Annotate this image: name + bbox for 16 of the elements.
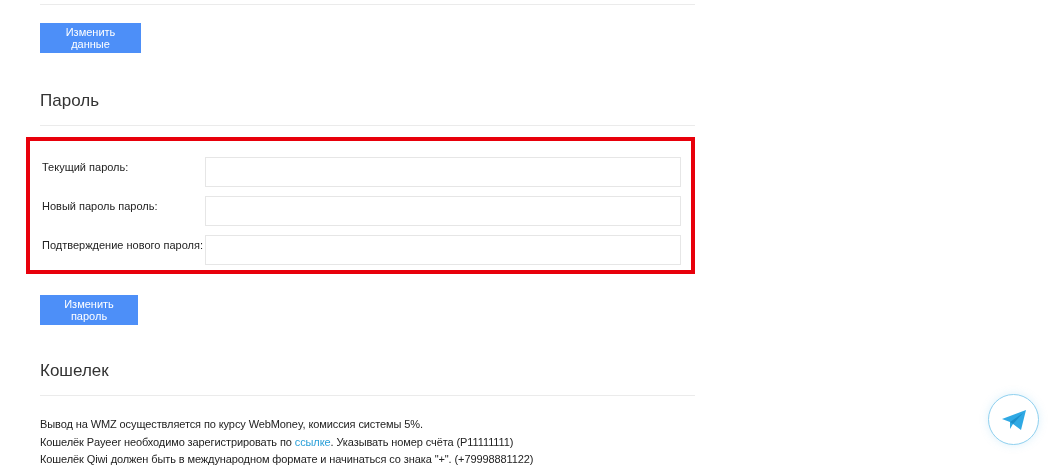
password-field[interactable]	[204, 157, 681, 187]
field-label: Текущий пароль:	[42, 160, 130, 173]
section-heading: Пароль	[40, 91, 100, 111]
section-heading: Кошелек	[40, 361, 110, 381]
field-label: Подтверждение нового пароля:	[42, 238, 204, 251]
info-line: Кошелёк Qiwi должен быть в международном формате и начинаться со знака "+". (+79998881122)	[40, 452, 535, 467]
chat-button[interactable]	[988, 394, 1039, 445]
payeer-link[interactable]: ссылке	[294, 435, 331, 448]
save-data-button[interactable]: Изменить данные	[40, 23, 141, 53]
info-line: Вывод на WMZ осуществляется по курсу WebMoney, комиссия системы 5%.	[40, 417, 424, 432]
password-field[interactable]	[204, 196, 681, 226]
info-line: Кошелёк Payeer необходимо зарегистрировать по ссылке. Указывать номер счёта (P11111111)	[40, 434, 515, 450]
change-password-button[interactable]: Изменить пароль	[40, 295, 138, 325]
paper-plane-icon	[1000, 408, 1027, 431]
field-label: Новый пароль пароль:	[42, 199, 159, 212]
password-field[interactable]	[204, 235, 681, 265]
